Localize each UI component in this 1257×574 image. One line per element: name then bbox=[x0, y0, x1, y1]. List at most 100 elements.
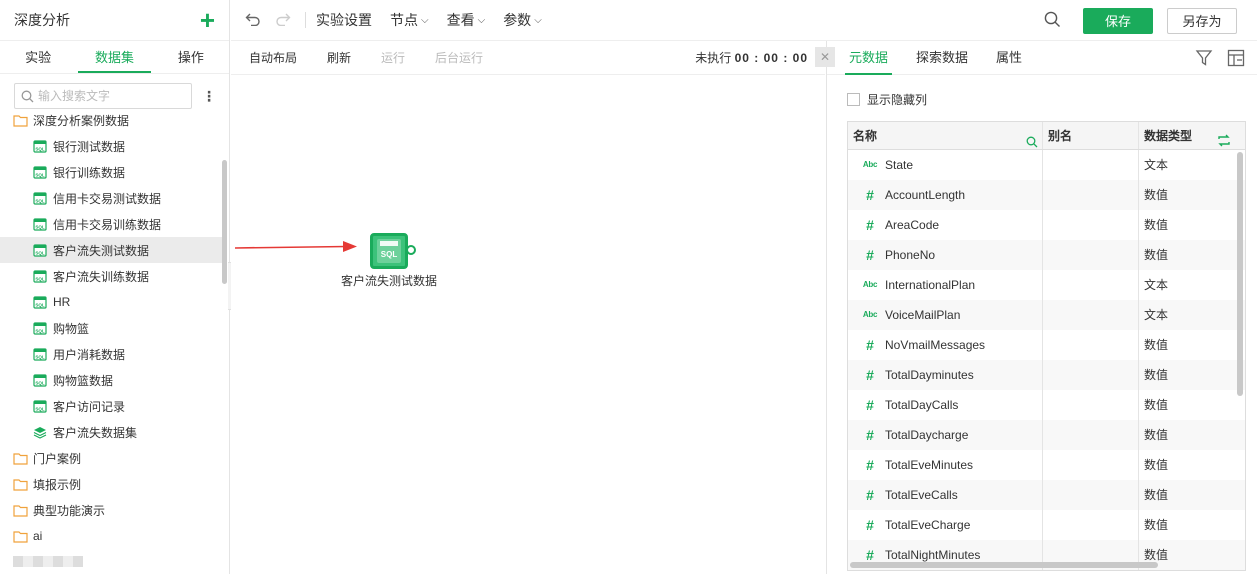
grid-vertical-scrollbar[interactable] bbox=[1237, 152, 1243, 396]
table-row[interactable]: # TotalDayminutes 数值 bbox=[848, 360, 1245, 390]
table-row[interactable]: # AreaCode 数值 bbox=[848, 210, 1245, 240]
undo-icon[interactable] bbox=[245, 10, 261, 31]
table-row[interactable]: Abc State 文本 bbox=[848, 150, 1245, 180]
cell-alias[interactable] bbox=[1043, 510, 1139, 540]
field-name: State bbox=[885, 158, 914, 172]
tree-item[interactable]: 客户流失数据集 bbox=[0, 419, 222, 445]
field-name: NoVmailMessages bbox=[885, 338, 986, 352]
tab-metadata[interactable]: 元数据 bbox=[844, 41, 893, 75]
cell-alias[interactable] bbox=[1043, 390, 1139, 420]
node-output-port[interactable] bbox=[406, 245, 416, 255]
cell-alias[interactable] bbox=[1043, 210, 1139, 240]
show-hidden-checkbox[interactable] bbox=[847, 93, 860, 106]
add-button[interactable]: + bbox=[200, 7, 215, 33]
table-row[interactable]: Abc VoiceMailPlan 文本 bbox=[848, 300, 1245, 330]
tree-item-label: 信用卡交易测试数据 bbox=[53, 191, 162, 206]
tree-item[interactable]: SQL 信用卡交易训练数据 bbox=[0, 211, 222, 237]
number-type-icon: # bbox=[866, 367, 874, 383]
cell-alias[interactable] bbox=[1043, 480, 1139, 510]
svg-text:SQL: SQL bbox=[35, 198, 45, 203]
tree-scrollbar[interactable] bbox=[222, 160, 227, 284]
more-options-icon[interactable]: ⋮ bbox=[202, 88, 216, 105]
search-input[interactable] bbox=[38, 89, 188, 103]
tree-item[interactable]: SQL 客户访问记录 bbox=[0, 393, 222, 419]
cell-alias[interactable] bbox=[1043, 180, 1139, 210]
tree-item[interactable]: SQL 客户流失训练数据 bbox=[0, 263, 222, 289]
dataset-node[interactable]: SQL bbox=[370, 233, 408, 269]
tree-item-label: 购物篮 bbox=[53, 321, 90, 336]
cell-type[interactable]: 文本 bbox=[1139, 270, 1235, 300]
tree-item[interactable]: SQL 购物篮数据 bbox=[0, 367, 222, 393]
save-button[interactable]: 保存 bbox=[1083, 7, 1153, 34]
cell-type[interactable]: 数值 bbox=[1139, 510, 1235, 540]
cell-type[interactable]: 数值 bbox=[1139, 450, 1235, 480]
collapse-right-icon[interactable]: ✕ bbox=[815, 47, 835, 67]
cell-type[interactable]: 数值 bbox=[1139, 210, 1235, 240]
tab-experiment[interactable]: 实验 bbox=[0, 41, 76, 73]
tree-item[interactable]: SQL 购物篮 bbox=[0, 315, 222, 341]
cell-type[interactable]: 数值 bbox=[1139, 180, 1235, 210]
cell-alias[interactable] bbox=[1043, 450, 1139, 480]
cell-type[interactable]: 数值 bbox=[1139, 240, 1235, 270]
cell-type[interactable]: 数值 bbox=[1139, 360, 1235, 390]
tree-item[interactable]: SQL 用户消耗数据 bbox=[0, 341, 222, 367]
refresh-button[interactable]: 刷新 bbox=[327, 49, 351, 66]
tree-item[interactable]: SQL 客户流失测试数据 bbox=[0, 237, 222, 263]
redo-icon[interactable] bbox=[275, 10, 291, 31]
tree-folder[interactable]: 填报示例 bbox=[0, 471, 222, 497]
grid-horizontal-scrollbar[interactable] bbox=[850, 562, 1158, 568]
number-type-icon: # bbox=[866, 427, 874, 443]
tree-folder[interactable]: 典型功能演示 bbox=[0, 497, 222, 523]
table-row[interactable]: # TotalEveMinutes 数值 bbox=[848, 450, 1245, 480]
tab-properties[interactable]: 属性 bbox=[996, 41, 1022, 75]
table-row[interactable]: Abc InternationalPlan 文本 bbox=[848, 270, 1245, 300]
tab-dataset[interactable]: 数据集 bbox=[76, 41, 152, 73]
tree-folder[interactable]: 深度分析案例数据 bbox=[0, 107, 222, 133]
table-row[interactable]: # TotalDaycharge 数值 bbox=[848, 420, 1245, 450]
cell-alias[interactable] bbox=[1043, 150, 1139, 180]
table-row[interactable]: # PhoneNo 数值 bbox=[848, 240, 1245, 270]
tab-operation[interactable]: 操作 bbox=[153, 41, 229, 73]
cell-alias[interactable] bbox=[1043, 270, 1139, 300]
status-label: 未执行 bbox=[695, 51, 732, 65]
tree-item[interactable]: SQL 银行训练数据 bbox=[0, 159, 222, 185]
tab-explore-data[interactable]: 探索数据 bbox=[916, 41, 968, 75]
cell-alias[interactable] bbox=[1043, 330, 1139, 360]
search-icon[interactable] bbox=[1026, 130, 1038, 158]
cell-type[interactable]: 数值 bbox=[1139, 420, 1235, 450]
cell-alias[interactable] bbox=[1043, 240, 1139, 270]
table-row[interactable]: # AccountLength 数值 bbox=[848, 180, 1245, 210]
menu-view[interactable]: 查看 ⌵ bbox=[447, 10, 486, 30]
search-icon[interactable] bbox=[1044, 11, 1061, 31]
show-hidden-columns[interactable]: 显示隐藏列 bbox=[847, 91, 927, 108]
cell-alias[interactable] bbox=[1043, 420, 1139, 450]
menu-params[interactable]: 参数 ⌵ bbox=[503, 10, 542, 30]
cell-type[interactable]: 数值 bbox=[1139, 390, 1235, 420]
table-row[interactable]: # TotalEveCharge 数值 bbox=[848, 510, 1245, 540]
save-as-button[interactable]: 另存为 bbox=[1167, 7, 1237, 34]
table-row[interactable]: # TotalDayCalls 数值 bbox=[848, 390, 1245, 420]
background-run-button[interactable]: 后台运行 bbox=[435, 49, 483, 66]
cell-type[interactable]: 数值 bbox=[1139, 330, 1235, 360]
table-row[interactable]: # TotalEveCalls 数值 bbox=[848, 480, 1245, 510]
cell-type[interactable]: 数值 bbox=[1139, 480, 1235, 510]
tree-folder[interactable]: ai bbox=[0, 523, 222, 549]
sync-icon[interactable] bbox=[1217, 129, 1231, 157]
cell-alias[interactable] bbox=[1043, 300, 1139, 330]
menu-node[interactable]: 节点 ⌵ bbox=[390, 10, 429, 30]
auto-layout-button[interactable]: 自动布局 bbox=[249, 49, 297, 66]
tree-item[interactable]: SQL 信用卡交易测试数据 bbox=[0, 185, 222, 211]
table-row[interactable]: # NoVmailMessages 数值 bbox=[848, 330, 1245, 360]
tree-item[interactable]: SQL 银行测试数据 bbox=[0, 133, 222, 159]
tree-item[interactable]: SQL HR bbox=[0, 289, 222, 315]
filter-icon[interactable] bbox=[1195, 49, 1213, 70]
experiment-canvas[interactable]: SQL 客户流失测试数据 bbox=[231, 75, 825, 574]
cell-type[interactable]: 文本 bbox=[1139, 300, 1235, 330]
folder-icon bbox=[13, 452, 33, 465]
run-button[interactable]: 运行 bbox=[381, 49, 405, 66]
cell-alias[interactable] bbox=[1043, 360, 1139, 390]
tree-folder[interactable]: 门户案例 bbox=[0, 445, 222, 471]
menu-experiment-settings[interactable]: 实验设置 bbox=[316, 10, 372, 30]
cell-name: Abc InternationalPlan bbox=[848, 270, 1043, 300]
column-settings-icon[interactable] bbox=[1227, 49, 1245, 70]
